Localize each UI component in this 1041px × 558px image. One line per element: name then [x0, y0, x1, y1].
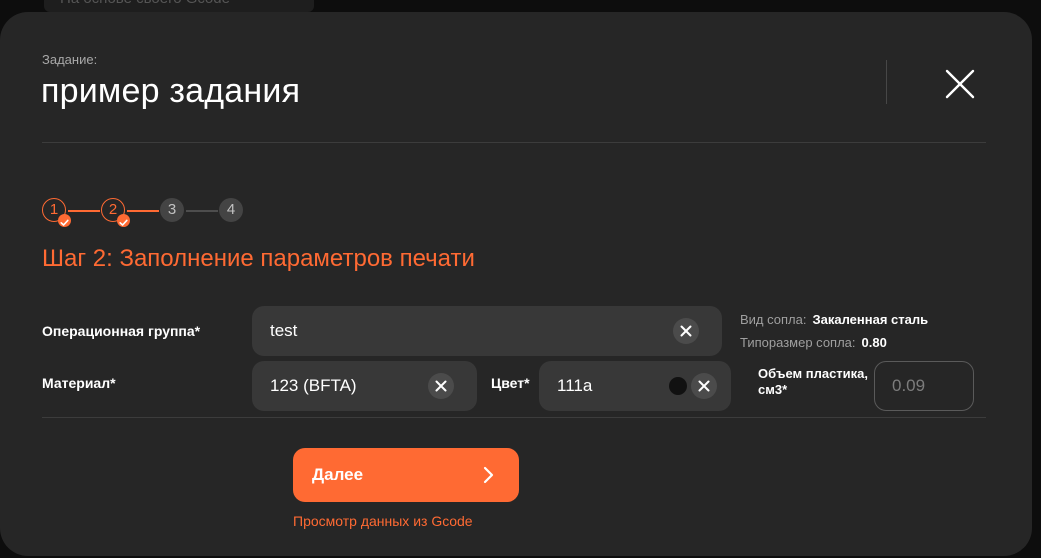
clear-icon: [698, 380, 710, 392]
step-number: 4: [226, 201, 236, 218]
nozzle-type-info: Вид сопла: Закаленная сталь: [740, 312, 928, 327]
check-icon: [117, 214, 130, 227]
step-1: 1: [42, 198, 71, 227]
clear-icon: [435, 380, 447, 392]
clear-color-button[interactable]: [691, 373, 717, 399]
nozzle-type-value: Закаленная сталь: [812, 312, 929, 327]
operational-group-label: Операционная группа*: [42, 323, 201, 339]
color-select[interactable]: 111a: [539, 361, 731, 411]
color-label: Цвет*: [491, 375, 530, 391]
background-tab: На основе своего Gcode: [44, 0, 314, 12]
step-4: 4: [219, 198, 243, 222]
next-button[interactable]: Далее: [293, 448, 519, 502]
clear-icon: [680, 325, 692, 337]
close-button[interactable]: [940, 64, 980, 104]
plastic-volume-input[interactable]: [874, 361, 974, 411]
header-divider: [886, 60, 887, 104]
color-value: 111a: [557, 376, 593, 395]
task-label: Задание:: [42, 52, 98, 67]
nozzle-size-label: Типоразмер сопла:: [740, 335, 856, 350]
task-modal: Задание: пример задания 1 2 3 4 Шаг 2: З…: [0, 12, 1032, 556]
form-separator: [42, 417, 986, 418]
color-swatch: [669, 377, 687, 395]
step-connector: [186, 210, 218, 212]
header-separator: [42, 142, 986, 143]
material-select[interactable]: 123 (BFTA): [252, 361, 477, 411]
step-number: 1: [49, 201, 59, 218]
step-title: Шаг 2: Заполнение параметров печати: [42, 245, 475, 272]
close-icon: [945, 69, 975, 99]
task-title: пример задания: [41, 72, 301, 110]
step-connector: [127, 210, 159, 212]
nozzle-size-info: Типоразмер сопла: 0.80: [740, 335, 887, 350]
plastic-volume-label: Объем пластика, см3*: [758, 366, 869, 397]
chevron-right-icon: [483, 466, 494, 484]
clear-operational-group-button[interactable]: [673, 318, 699, 344]
check-icon: [58, 214, 71, 227]
view-gcode-data-link[interactable]: Просмотр данных из Gcode: [293, 513, 473, 529]
step-3: 3: [160, 198, 184, 222]
next-button-label: Далее: [312, 465, 364, 484]
step-2: 2: [101, 198, 130, 227]
stepper: 1 2 3 4: [42, 198, 262, 227]
operational-group-value: test: [270, 321, 298, 340]
nozzle-size-value: 0.80: [861, 335, 887, 350]
material-label: Материал*: [42, 375, 116, 391]
material-value: 123 (BFTA): [270, 376, 357, 395]
clear-material-button[interactable]: [428, 373, 454, 399]
step-number: 2: [108, 201, 118, 218]
step-connector: [68, 210, 100, 212]
step-number: 3: [167, 201, 177, 218]
operational-group-select[interactable]: test: [252, 306, 722, 356]
nozzle-type-label: Вид сопла:: [740, 312, 807, 327]
